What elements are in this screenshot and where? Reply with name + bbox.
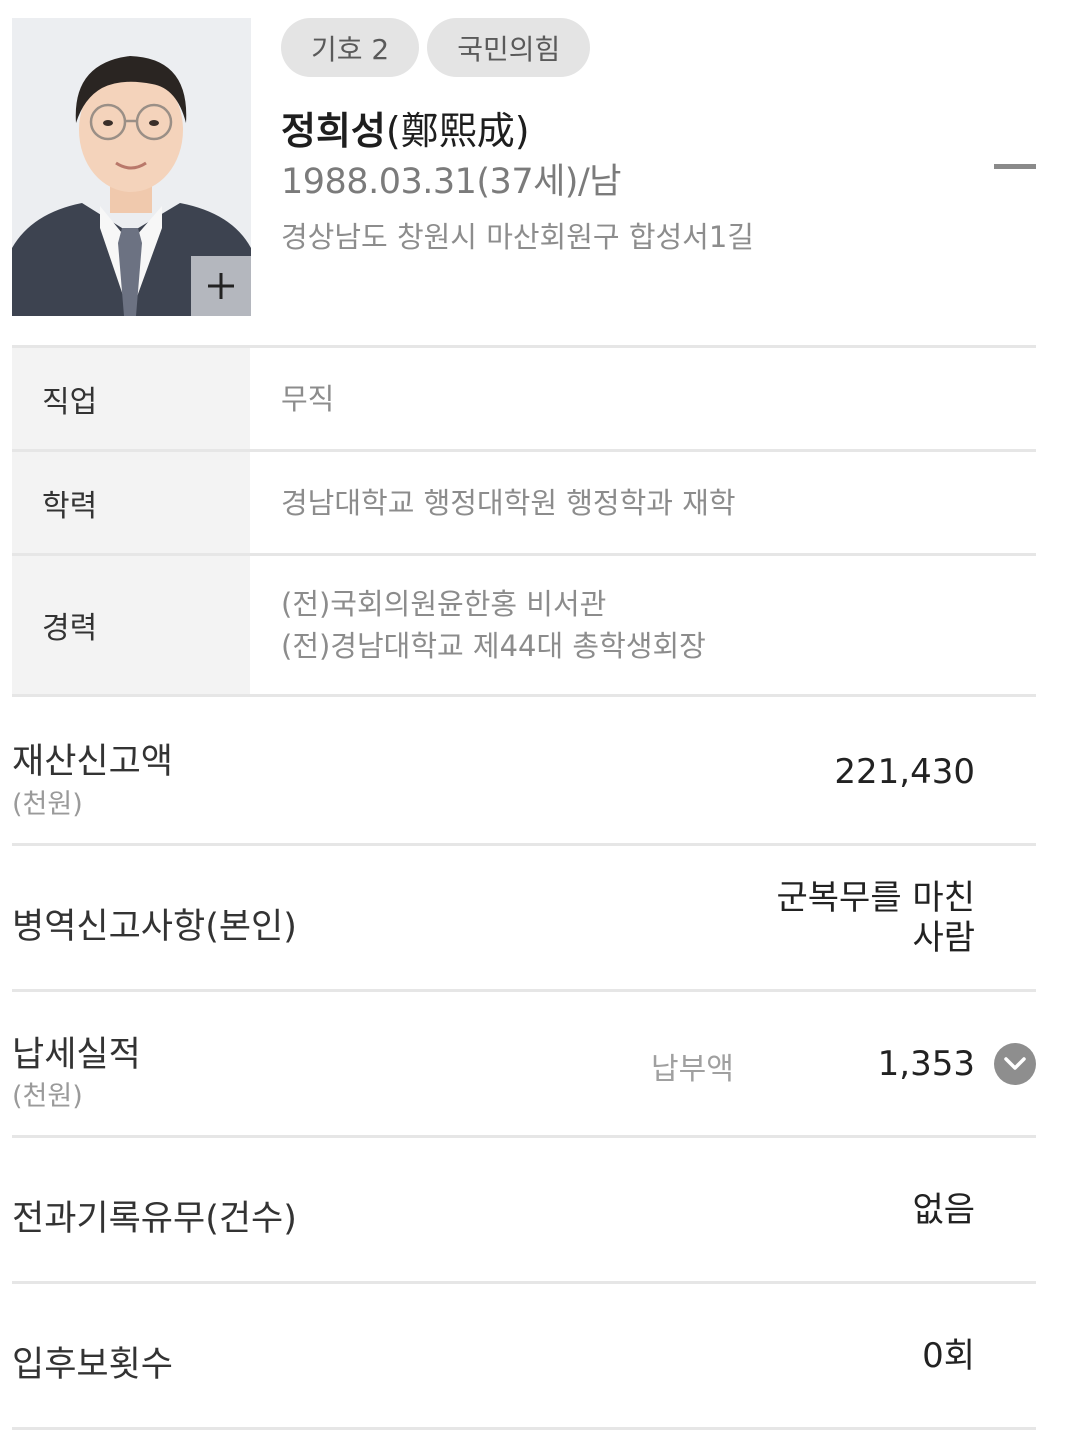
info-row-job: 직업 무직 [12,345,1036,449]
ballot-number-badge: 기호 2 [281,18,420,77]
info-value-line: 경남대학교 행정대학원 행정학과 재학 [281,485,736,520]
info-row-career: 경력 (전)국회의원윤한홍 비서관 (전)경남대학교 제44대 총학생회장 [12,553,1036,697]
candidacy-count-row: 입후보횟수 0회 [12,1284,1036,1430]
candidate-name-hanja: (鄭熙成) [385,109,530,153]
candidate-address: 경상남도 창원시 마산회원구 합성서1길 [281,220,754,254]
tax-row: 납세실적 (천원) 납부액 1,353 [12,992,1036,1138]
tax-paid-label: 납부액 [651,1052,734,1087]
info-row-education: 학력 경남대학교 행정대학원 행정학과 재학 [12,449,1036,553]
military-value-line: 군복무를 마친 [776,878,976,918]
military-value-line: 사람 [912,918,975,958]
criminal-record-row: 전과기록유무(건수) 없음 [12,1138,1036,1284]
property-value: 221,430 [834,752,975,792]
tax-unit: (천원) [12,1081,83,1112]
info-value: 경남대학교 행정대학원 행정학과 재학 [250,452,1036,553]
candidacy-count-label: 입후보횟수 [12,1345,174,1385]
candidacy-count-value: 0회 [922,1336,975,1376]
tax-expand-button[interactable] [994,1043,1036,1085]
info-label: 경력 [12,556,250,694]
info-value: 무직 [250,348,1036,449]
photo-expand-button[interactable] [191,256,251,316]
info-value: (전)국회의원윤한홍 비서관 (전)경남대학교 제44대 총학생회장 [250,556,1036,694]
info-value-line: (전)경남대학교 제44대 총학생회장 [281,629,706,663]
info-label: 직업 [12,348,250,449]
property-label: 재산신고액 [12,742,174,782]
tax-value: 1,353 [877,1044,975,1084]
party-badge: 국민의힘 [427,18,591,77]
military-value: 군복무를 마친 사람 [777,878,976,958]
candidate-photo[interactable] [12,18,251,316]
property-unit: (천원) [12,789,83,820]
info-value-line: (전)국회의원윤한홍 비서관 [281,587,607,621]
info-value-line: 무직 [281,381,335,416]
collapse-button[interactable] [994,150,1036,184]
military-row: 병역신고사항(본인) 군복무를 마친 사람 [12,846,1036,992]
candidate-name: 정희성 [281,109,386,153]
info-label: 학력 [12,452,250,553]
plus-icon [208,273,234,299]
tax-label: 납세실적 [12,1035,141,1075]
military-label: 병역신고사항(본인) [12,907,297,947]
criminal-record-value: 없음 [912,1190,975,1230]
badge-group: 기호 2 국민의힘 [281,18,591,77]
criminal-record-label: 전과기록유무(건수) [12,1199,297,1239]
candidate-name-line: 정희성(鄭熙成) [281,100,530,155]
candidate-info-table: 직업 무직 학력 경남대학교 행정대학원 행정학과 재학 경력 (전)국회의원윤… [12,345,1036,697]
candidate-birth-gender: 1988.03.31(37세)/남 [281,162,621,202]
minus-icon [994,164,1036,169]
chevron-down-icon [1004,1057,1026,1070]
property-row: 재산신고액 (천원) 221,430 [12,700,1036,846]
